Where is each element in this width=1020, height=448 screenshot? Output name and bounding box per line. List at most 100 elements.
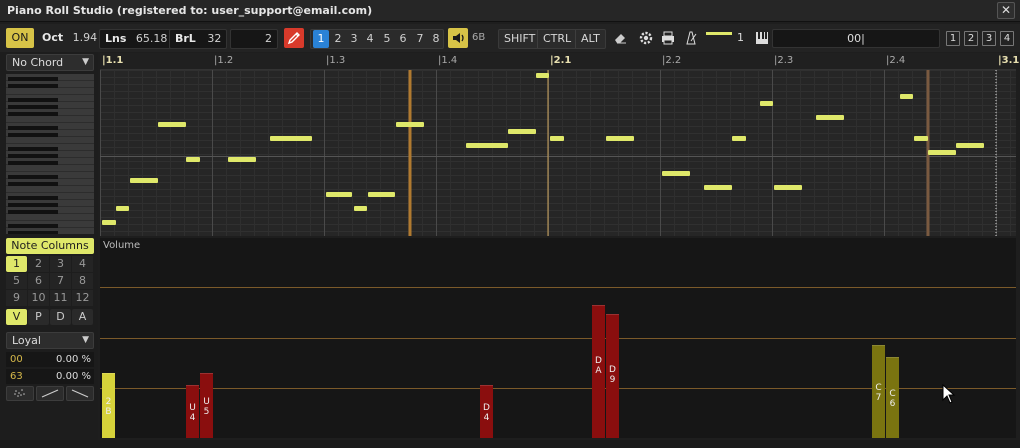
param-row-min[interactable]: 00 0.00 % [6, 352, 94, 367]
on-toggle-button[interactable]: ON [6, 28, 34, 48]
keyboard-button[interactable] [754, 28, 770, 48]
volume-bar[interactable]: 2B [102, 373, 115, 438]
track-selector[interactable]: 1 [704, 28, 748, 48]
note-block[interactable] [956, 143, 984, 148]
note-block[interactable] [662, 171, 690, 176]
note-block[interactable] [704, 185, 732, 190]
note-column-button[interactable]: 6 [28, 273, 49, 289]
mode-select[interactable]: Loyal ▼ [6, 332, 94, 349]
note-column-button[interactable]: 12 [72, 290, 93, 306]
note-block[interactable] [228, 157, 256, 162]
view-button[interactable]: 1 [946, 31, 960, 46]
random-shape-button[interactable] [6, 386, 34, 401]
param-button[interactable]: D [50, 309, 71, 325]
note-block[interactable] [550, 136, 564, 141]
piano-keyboard[interactable] [6, 74, 96, 234]
pattern-button[interactable]: 5 [379, 30, 395, 48]
quantize-button[interactable] [681, 28, 701, 48]
alt-button[interactable]: ALT [575, 30, 605, 48]
bar-length-control[interactable]: BrL 32 [169, 29, 228, 49]
black-key[interactable] [8, 175, 58, 179]
black-key[interactable] [8, 112, 58, 116]
note-column-button[interactable]: 2 [28, 256, 49, 272]
black-key[interactable] [8, 77, 58, 81]
black-key[interactable] [8, 126, 58, 130]
ramp-down-button[interactable] [66, 386, 94, 401]
black-key[interactable] [8, 196, 58, 200]
octave-control[interactable]: Oct 1.94 [42, 28, 97, 48]
note-block[interactable] [466, 143, 508, 148]
white-key[interactable] [6, 214, 94, 221]
note-block[interactable] [928, 150, 956, 155]
pattern-button[interactable]: 3 [346, 30, 362, 48]
note-block[interactable] [116, 206, 129, 211]
note-block[interactable] [354, 206, 367, 211]
black-key[interactable] [8, 84, 58, 88]
black-key[interactable] [8, 231, 58, 234]
note-column-button[interactable]: 1 [6, 256, 27, 272]
note-column-button[interactable]: 3 [50, 256, 71, 272]
black-key[interactable] [8, 154, 58, 158]
note-block[interactable] [606, 136, 634, 141]
black-key[interactable] [8, 105, 58, 109]
white-key[interactable] [6, 186, 94, 193]
note-column-button[interactable]: 7 [50, 273, 71, 289]
close-button[interactable]: ✕ [997, 2, 1015, 19]
piano-roll-grid[interactable] [100, 70, 1016, 236]
note-column-button[interactable]: 10 [28, 290, 49, 306]
black-key[interactable] [8, 98, 58, 102]
volume-bar[interactable]: D4 [480, 385, 493, 438]
print-button[interactable] [658, 28, 678, 48]
pattern-button[interactable]: 1 [313, 30, 329, 48]
black-key[interactable] [8, 224, 58, 228]
speaker-button[interactable] [448, 28, 468, 48]
white-key[interactable] [6, 137, 94, 144]
note-block[interactable] [760, 101, 773, 106]
view-button[interactable]: 4 [1000, 31, 1014, 46]
volume-bar[interactable]: C7 [872, 345, 885, 438]
black-key[interactable] [8, 203, 58, 207]
pattern-button[interactable]: 2 [330, 30, 346, 48]
shift-button[interactable]: SHIFT [499, 30, 540, 48]
note-block[interactable] [270, 136, 312, 141]
note-block[interactable] [326, 192, 352, 197]
white-key[interactable] [6, 165, 94, 172]
white-key[interactable] [6, 88, 94, 95]
pattern-button[interactable]: 6 [395, 30, 411, 48]
note-column-button[interactable]: 9 [6, 290, 27, 306]
ramp-up-button[interactable] [36, 386, 64, 401]
horizontal-scrollbar[interactable] [0, 440, 1020, 448]
black-key[interactable] [8, 161, 58, 165]
note-block[interactable] [130, 178, 158, 183]
step-field[interactable]: 2 [230, 29, 278, 49]
view-button[interactable]: 3 [982, 31, 996, 46]
note-block[interactable] [774, 185, 802, 190]
note-block[interactable] [158, 122, 186, 127]
note-block[interactable] [508, 129, 536, 134]
note-column-button[interactable]: 8 [72, 273, 93, 289]
volume-lane[interactable]: Volume 2B U4 U5 D4 DA D9 C7 C6 [100, 238, 1016, 438]
black-key[interactable] [8, 182, 58, 186]
note-block[interactable] [914, 136, 928, 141]
black-key[interactable] [8, 210, 58, 214]
ctrl-button[interactable]: CTRL [537, 30, 576, 48]
volume-bar[interactable]: U5 [200, 373, 213, 438]
note-block[interactable] [368, 192, 395, 197]
chord-select[interactable]: No Chord ▼ [6, 54, 94, 71]
lines-control[interactable]: Lns 65.18 [99, 29, 174, 49]
volume-bar[interactable]: U4 [186, 385, 199, 438]
view-button[interactable]: 2 [964, 31, 978, 46]
note-column-button[interactable]: 11 [50, 290, 71, 306]
param-button[interactable]: A [72, 309, 93, 325]
note-block[interactable] [102, 220, 116, 225]
note-column-button[interactable]: 4 [72, 256, 93, 272]
black-key[interactable] [8, 147, 58, 151]
volume-bar[interactable]: DA [592, 305, 605, 438]
param-row-max[interactable]: 63 0.00 % [6, 369, 94, 384]
timeline-ruler[interactable]: |1.1 |1.2 |1.3 |1.4 |2.1 |2.2 |2.3 |2.4 |3.1 [100, 53, 1019, 70]
eraser-button[interactable] [610, 28, 630, 48]
note-block[interactable] [186, 157, 200, 162]
note-block[interactable] [396, 122, 424, 127]
volume-bar[interactable]: C6 [886, 357, 899, 438]
draw-pencil-button[interactable] [284, 28, 304, 48]
